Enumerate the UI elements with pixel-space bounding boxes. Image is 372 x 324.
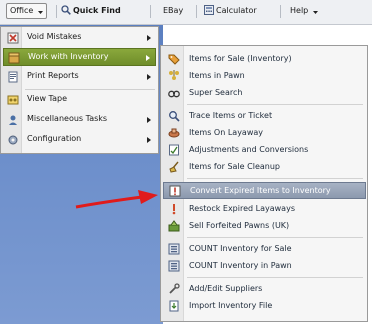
exclamation-icon — [169, 185, 181, 197]
void-icon — [7, 32, 19, 44]
submenu-item-add-edit-suppliers[interactable]: Add/Edit Suppliers — [163, 281, 366, 298]
quick-find-button[interactable]: Quick Find — [61, 4, 121, 18]
help-menu-label: Help — [290, 6, 309, 15]
calculator-button[interactable]: Calculator — [204, 4, 257, 18]
menu-item-label: Miscellaneous Tasks — [27, 114, 108, 123]
submenu-item-sell-forfeited-pawns[interactable]: Sell Forfeited Pawns (UK) — [163, 218, 366, 235]
reports-icon — [7, 71, 19, 83]
calculator-label: Calculator — [216, 6, 257, 15]
toolbar-separator — [196, 5, 197, 18]
menu-divider — [187, 237, 363, 238]
menu-item-configuration[interactable]: Configuration — [3, 131, 156, 149]
submenu-item-items-for-sale-cleanup[interactable]: Items for Sale Cleanup — [163, 159, 366, 176]
submenu-item-label: COUNT Inventory in Pawn — [189, 261, 292, 270]
menu-item-label: View Tape — [27, 94, 67, 103]
restock-icon — [168, 203, 180, 215]
submenu-item-label: Adjustments and Conversions — [189, 145, 309, 154]
menu-divider — [187, 178, 363, 179]
menu-item-print-reports[interactable]: Print Reports — [3, 68, 156, 86]
configuration-icon — [7, 134, 19, 146]
ebay-button[interactable]: EBay — [163, 4, 183, 18]
submenu-item-label: Items for Sale Cleanup — [189, 162, 280, 171]
submenu-item-label: Super Search — [189, 88, 243, 97]
inventory-icon — [8, 52, 20, 64]
quick-find-label: Quick Find — [73, 6, 121, 15]
menu-item-work-with-inventory[interactable]: Work with Inventory — [3, 48, 156, 66]
menu-divider — [187, 277, 363, 278]
submenu-item-count-inventory-for-sale[interactable]: COUNT Inventory for Sale — [163, 241, 366, 258]
menu-divider — [25, 89, 155, 90]
submenu-item-label: Items On Layaway — [189, 128, 264, 137]
office-menu: Void Mistakes Work with Inventory Print … — [0, 26, 159, 154]
submenu-item-adjustments-and-conversions[interactable]: Adjustments and Conversions — [163, 142, 366, 159]
submenu-item-label: COUNT Inventory for Sale — [189, 244, 292, 253]
menu-item-view-tape[interactable]: View Tape — [3, 91, 156, 109]
ebay-label: EBay — [163, 6, 184, 15]
layaway-icon — [168, 127, 180, 139]
inventory-submenu: Items for Sale (Inventory) Items in Pawn… — [160, 45, 368, 322]
counter-icon — [168, 243, 180, 255]
submenu-arrow-icon — [147, 117, 151, 123]
annotation-arrow-icon — [75, 190, 158, 209]
magnifier-icon — [61, 5, 71, 20]
magnifier-icon — [168, 110, 180, 122]
submenu-item-label: Restock Expired Layaways — [189, 204, 295, 213]
submenu-item-label: Items in Pawn — [189, 71, 245, 80]
submenu-item-label: Trace Items or Ticket — [189, 111, 273, 120]
submenu-item-super-search[interactable]: Super Search — [163, 85, 366, 102]
submenu-arrow-icon — [146, 55, 150, 61]
submenu-item-import-inventory-file[interactable]: Import Inventory File — [163, 298, 366, 315]
menu-divider — [187, 104, 363, 105]
submenu-item-items-in-pawn[interactable]: Items in Pawn — [163, 68, 366, 85]
toolbar-separator — [56, 5, 57, 18]
submenu-item-label: Convert Expired Items to Inventory — [190, 186, 331, 195]
submenu-item-label: Import Inventory File — [189, 301, 273, 310]
chevron-down-icon — [37, 6, 43, 20]
menu-item-label: Print Reports — [27, 71, 79, 80]
menu-item-miscellaneous-tasks[interactable]: Miscellaneous Tasks — [3, 111, 156, 129]
submenu-arrow-icon — [147, 137, 151, 143]
submenu-item-items-for-sale[interactable]: Items for Sale (Inventory) — [163, 51, 366, 68]
counter-icon — [168, 260, 180, 272]
submenu-item-convert-expired-items[interactable]: Convert Expired Items to Inventory — [163, 182, 366, 199]
help-menu-button[interactable]: Help — [290, 4, 318, 18]
import-file-icon — [168, 300, 180, 312]
menu-item-label: Work with Inventory — [28, 52, 109, 61]
submenu-item-count-inventory-in-pawn[interactable]: COUNT Inventory in Pawn — [163, 258, 366, 275]
calculator-icon — [204, 5, 214, 20]
forfeit-icon — [168, 220, 180, 232]
menu-item-label: Configuration — [27, 134, 82, 143]
wrench-icon — [168, 283, 180, 295]
tasks-icon — [7, 114, 19, 126]
submenu-arrow-icon — [147, 74, 151, 80]
chevron-down-icon — [312, 6, 318, 20]
submenu-item-label: Sell Forfeited Pawns (UK) — [189, 221, 290, 230]
binoculars-icon — [168, 87, 180, 99]
office-menu-label: Office — [10, 6, 34, 15]
office-menu-button[interactable]: Office — [6, 3, 47, 19]
toolbar-separator — [150, 5, 151, 18]
toolbar-separator — [280, 5, 281, 18]
submenu-item-label: Add/Edit Suppliers — [189, 284, 263, 293]
submenu-item-label: Items for Sale (Inventory) — [189, 54, 292, 63]
menu-item-void-mistakes[interactable]: Void Mistakes — [3, 29, 156, 47]
submenu-arrow-icon — [147, 35, 151, 41]
price-tag-icon — [168, 53, 180, 65]
broom-icon — [168, 161, 180, 173]
submenu-item-restock-expired-layaways[interactable]: Restock Expired Layaways — [163, 201, 366, 218]
toolbar: Office Quick Find EBay Calculator Help — [0, 0, 372, 25]
adjustments-icon — [168, 144, 180, 156]
menu-item-label: Void Mistakes — [27, 32, 82, 41]
submenu-item-trace-items[interactable]: Trace Items or Ticket — [163, 108, 366, 125]
tape-icon — [7, 94, 19, 106]
pawn-icon — [168, 70, 180, 82]
submenu-item-items-on-layaway[interactable]: Items On Layaway — [163, 125, 366, 142]
